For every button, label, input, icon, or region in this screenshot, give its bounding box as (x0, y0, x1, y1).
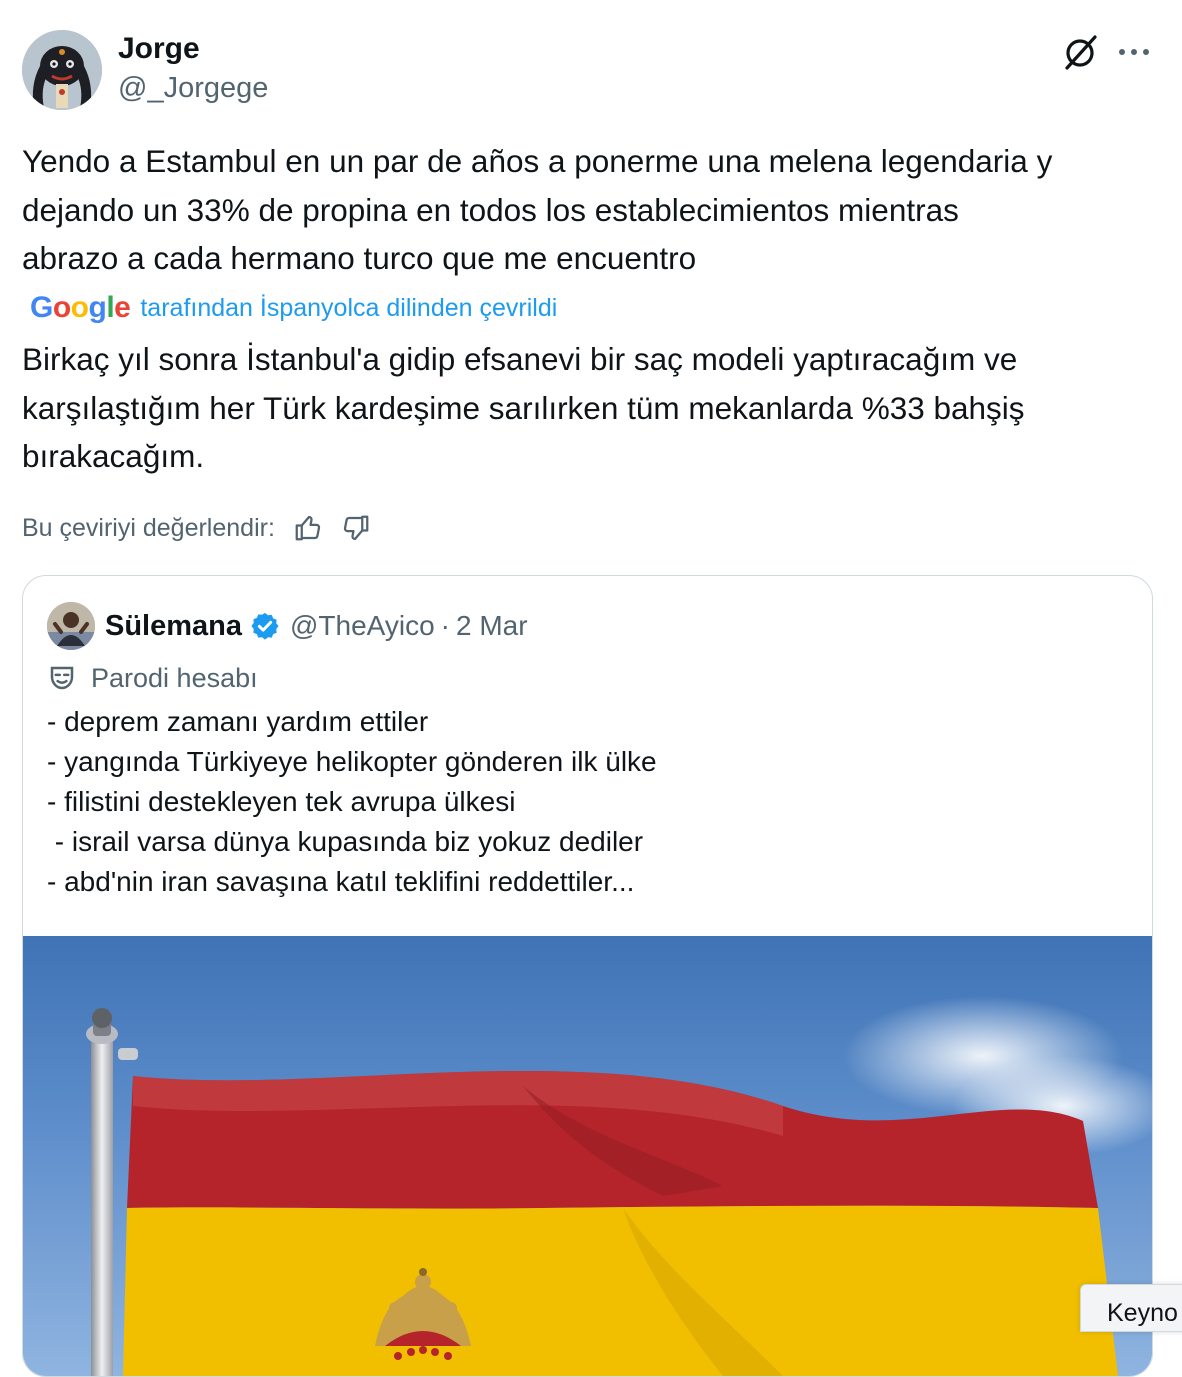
grok-icon (1065, 35, 1097, 70)
tweet-text-line: dejando un 33% de propina en todos los e… (22, 191, 959, 228)
tweet-text-line: karşılaştığım her Türk kardeşime sarılır… (22, 389, 1025, 426)
avatar-image (22, 30, 102, 110)
author-avatar[interactable] (22, 30, 102, 110)
quoted-tweet-date[interactable]: 2 Mar (456, 610, 528, 642)
thumbs-down-icon (343, 515, 369, 541)
quoted-text-line: - filistini destekleyen tek avrupa ülkes… (47, 786, 516, 817)
rate-translation: Bu çeviriyi değerlendir: (22, 508, 373, 548)
quoted-tweet-text: - deprem zamanı yardım ettiler - yangınd… (47, 702, 1127, 902)
tweet-original-text: Yendo a Estambul en un par de años a pon… (22, 137, 1162, 283)
spanish-flag-photo (86, 996, 1152, 1376)
google-logo: Google (30, 291, 131, 324)
more-options-button[interactable] (1112, 30, 1156, 74)
header-separator: · (440, 610, 450, 641)
tweet-text-line: abrazo a cada hermano turco que me encue… (22, 240, 697, 276)
quoted-text-line: - israil varsa dünya kupasında biz yokuz… (47, 826, 644, 857)
quoted-text-line: - yangında Türkiyeye helikopter gönderen… (47, 746, 657, 777)
quoted-text-line: - deprem zamanı yardım ettiler (47, 706, 429, 737)
quoted-avatar-image (47, 602, 95, 650)
rate-translation-label: Bu çeviriyi değerlendir: (22, 513, 275, 542)
tweet-text-line: Birkaç yıl sonra İstanbul'a gidip efsane… (22, 341, 1018, 377)
parody-mask-icon (50, 666, 74, 690)
quoted-tweet-header: Sülemana @TheAyico · 2 Mar (105, 604, 528, 648)
translation-attribution[interactable]: Google tarafından İspanyolca dilinden çe… (30, 288, 557, 328)
verified-badge-icon[interactable] (250, 611, 280, 641)
tweet-text-line: Yendo a Estambul en un par de años a pon… (22, 143, 1053, 179)
tweet-translated-text: Birkaç yıl sonra İstanbul'a gidip efsane… (22, 335, 1162, 481)
rate-down-button[interactable] (339, 511, 373, 545)
quoted-author-handle[interactable]: @TheAyico (290, 610, 435, 642)
quoted-author-avatar[interactable] (47, 602, 95, 650)
grok-button[interactable] (1058, 30, 1102, 74)
quoted-tweet-card[interactable]: Sülemana @TheAyico · 2 Mar Parodi hesabı… (22, 575, 1153, 1377)
parody-label-text: Parodi hesabı (91, 662, 258, 693)
tweet-text-line: bırakacağım. (22, 438, 205, 474)
quoted-text-line: - abd'nin iran savaşına katıl teklifini … (47, 866, 635, 897)
parody-account-label: Parodi hesabı (47, 658, 258, 698)
quoted-tweet-media[interactable] (23, 936, 1152, 1376)
translation-source-label[interactable]: tarafından İspanyolca dilinden çevrildi (140, 294, 557, 323)
quoted-author-name[interactable]: Sülemana (105, 610, 242, 643)
author-name[interactable]: Jorge (118, 32, 200, 66)
rate-up-button[interactable] (291, 511, 325, 545)
author-handle[interactable]: @_Jorgege (118, 72, 268, 105)
thumbs-up-icon (295, 515, 321, 541)
keynote-dock-tooltip[interactable]: Keyno (1080, 1284, 1182, 1332)
more-icon (1119, 49, 1149, 55)
